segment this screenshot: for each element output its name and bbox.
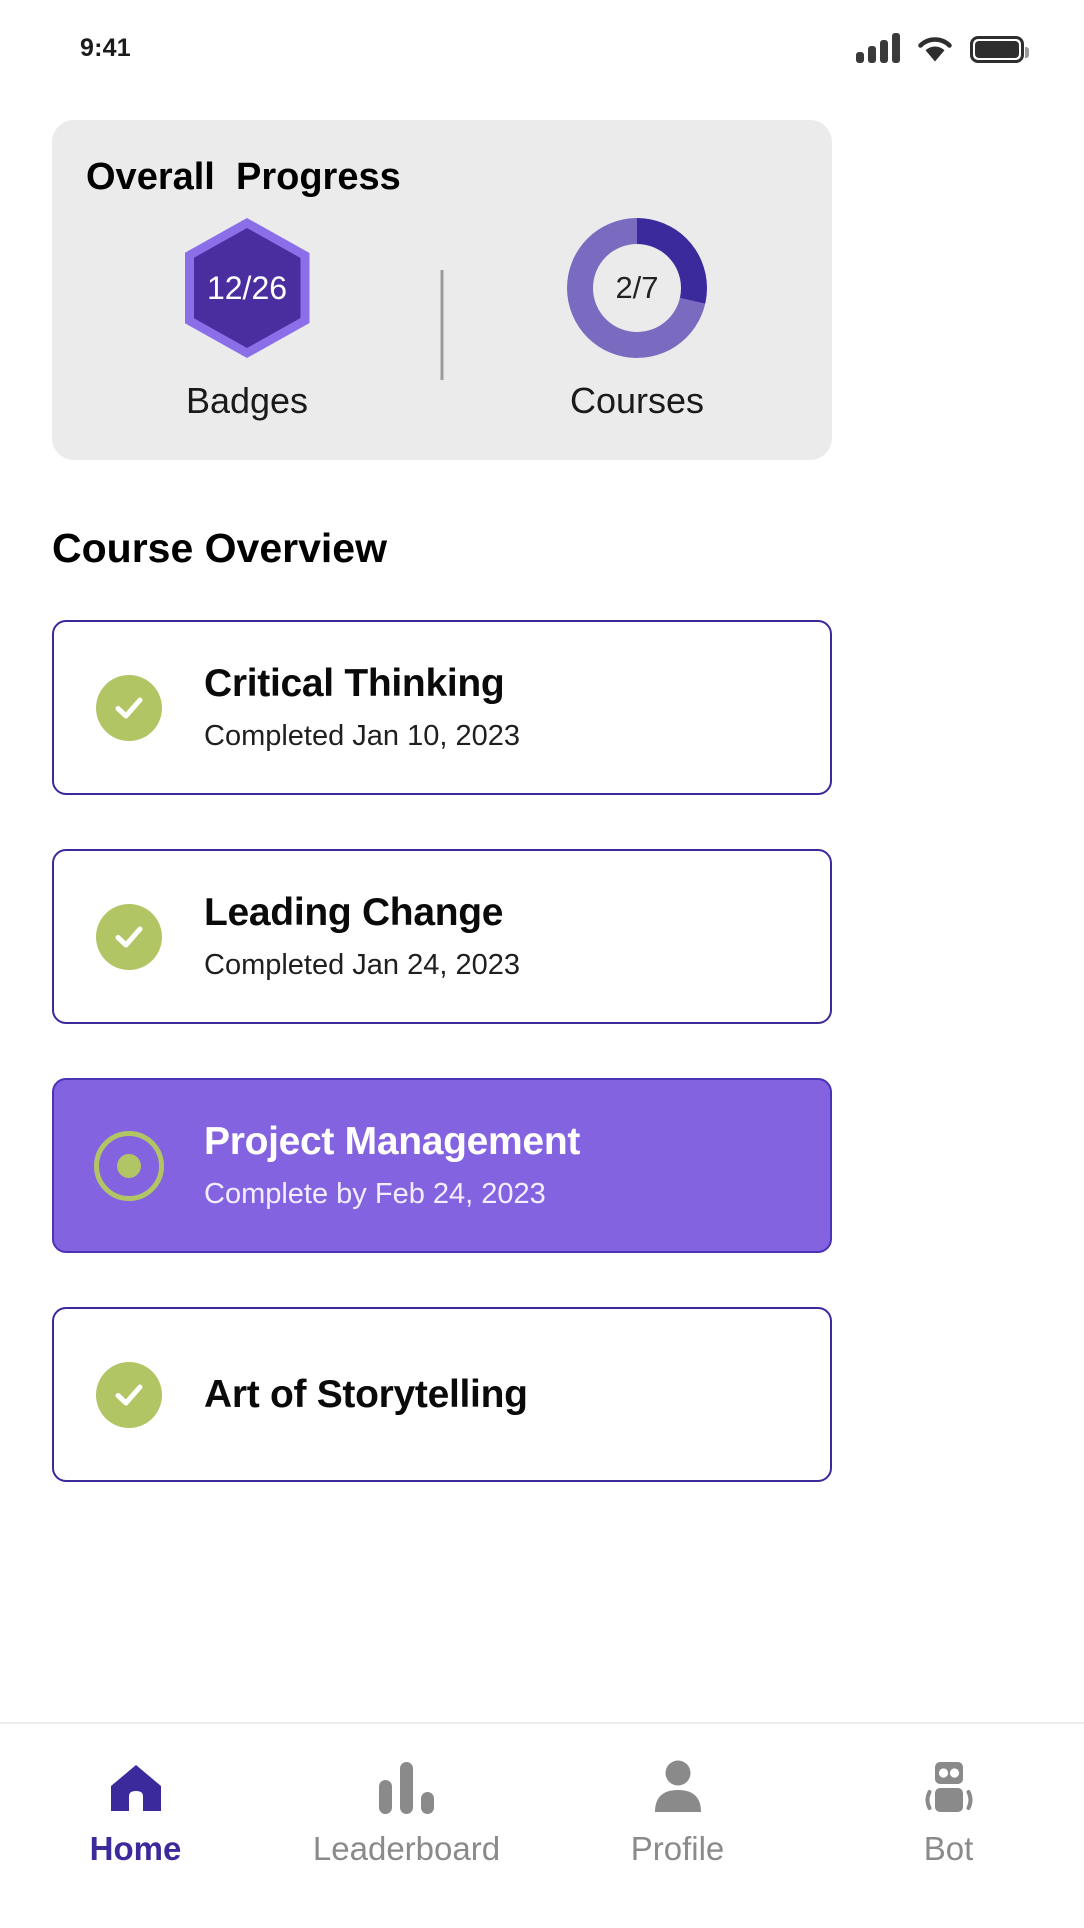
course-card[interactable]: Project Management Complete by Feb 24, 20… xyxy=(52,1078,832,1253)
check-circle-icon xyxy=(96,903,162,970)
course-status-icon xyxy=(54,903,204,970)
course-list: Critical Thinking Completed Jan 10, 2023 L… xyxy=(52,620,832,1536)
course-card[interactable]: Leading Change Completed Jan 24, 2023 xyxy=(52,849,832,1024)
course-card[interactable]: Art of Storytelling xyxy=(52,1307,832,1482)
nav-item-leaderboard[interactable]: Leaderboard xyxy=(271,1758,542,1868)
check-circle-icon xyxy=(96,674,162,741)
badges-stat[interactable]: 12/26 Badges xyxy=(52,218,442,422)
course-status-icon xyxy=(54,674,204,741)
course-overview-title: Course Overview xyxy=(52,525,387,571)
nav-item-bot[interactable]: Bot xyxy=(813,1758,1084,1868)
course-status-icon xyxy=(54,1361,204,1428)
overall-progress-title: Overall Progress xyxy=(86,156,401,198)
course-status-icon xyxy=(54,1130,204,1201)
app-screen: 9:41 Overall Progress 12/26 Badges 2/7 C… xyxy=(0,0,1084,1928)
cellular-signal-icon xyxy=(856,33,900,63)
course-title: Project Management xyxy=(204,1120,581,1163)
nav-label: Bot xyxy=(923,1830,974,1867)
battery-icon xyxy=(970,36,1029,63)
nav-label: Leaderboard xyxy=(312,1830,501,1867)
course-text: Art of Storytelling xyxy=(204,1373,528,1417)
wifi-icon xyxy=(918,37,952,63)
courses-value: 2/7 xyxy=(615,270,659,305)
course-subtitle: Completed Jan 24, 2023 xyxy=(204,949,520,981)
course-title: Leading Change xyxy=(204,891,504,934)
courses-label: Courses xyxy=(569,380,705,421)
status-bar: 9:41 xyxy=(0,0,1084,96)
progress-stats: 12/26 Badges 2/7 Courses xyxy=(52,218,832,422)
ring-dot-icon xyxy=(94,1130,164,1201)
home-icon xyxy=(108,1758,164,1814)
overall-progress-card: Overall Progress 12/26 Badges 2/7 Course… xyxy=(52,120,832,460)
nav-label: Home xyxy=(89,1830,182,1867)
course-card[interactable]: Critical Thinking Completed Jan 10, 2023 xyxy=(52,620,832,795)
courses-stat[interactable]: 2/7 Courses xyxy=(442,218,832,422)
bar-chart-icon xyxy=(379,1758,434,1814)
course-text: Critical Thinking Completed Jan 10, 2023 xyxy=(204,662,520,753)
robot-icon xyxy=(920,1758,978,1814)
course-text: Leading Change Completed Jan 24, 2023 xyxy=(204,891,520,982)
nav-item-profile[interactable]: Profile xyxy=(542,1758,813,1868)
check-circle-icon xyxy=(96,1361,162,1428)
nav-label: Profile xyxy=(630,1830,725,1867)
course-subtitle: Complete by Feb 24, 2023 xyxy=(204,1178,546,1210)
course-title: Critical Thinking xyxy=(204,662,505,705)
badges-value: 12/26 xyxy=(206,269,288,306)
badges-label: Badges xyxy=(185,380,309,421)
course-subtitle: Completed Jan 10, 2023 xyxy=(204,720,520,752)
hexagon-badge-icon: 12/26 xyxy=(184,218,310,358)
nav-item-home[interactable]: Home xyxy=(0,1758,271,1868)
person-icon xyxy=(650,1758,706,1814)
course-text: Project Management Complete by Feb 24, 20… xyxy=(204,1120,580,1211)
donut-progress-icon: 2/7 xyxy=(567,218,707,358)
bottom-navigation: Home Leaderboard Profile Bot xyxy=(0,1722,1084,1928)
status-icons xyxy=(856,33,1029,63)
status-time: 9:41 xyxy=(80,33,131,62)
course-title: Art of Storytelling xyxy=(204,1372,528,1416)
